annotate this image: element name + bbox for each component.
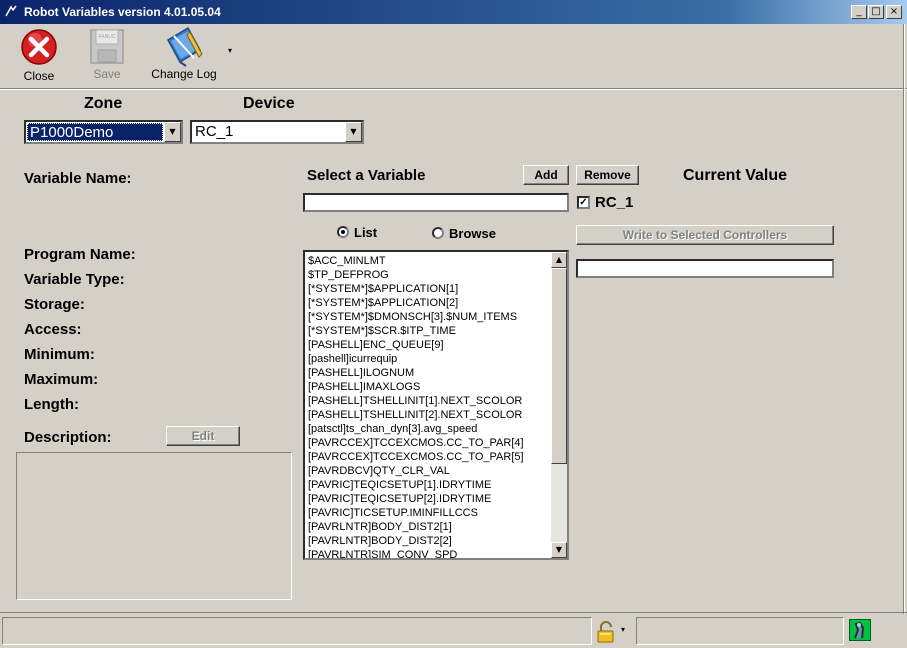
toolbar-separator	[0, 88, 907, 90]
browse-radio-label: Browse	[449, 226, 496, 241]
status-pane-middle	[636, 617, 844, 645]
variable-list-item[interactable]: [PAVRIC]TICSETUP.IMINFILLCCS	[308, 506, 567, 520]
variable-list-item[interactable]: [*SYSTEM*]$SCR.$ITP_TIME	[308, 324, 567, 338]
scroll-down-icon[interactable]: ▼	[551, 542, 567, 558]
variable-list-scrollbar[interactable]: ▲ ▼	[551, 252, 567, 558]
variable-list-item[interactable]: [PASHELL]IMAXLOGS	[308, 380, 567, 394]
change-log-dropdown-icon[interactable]: ▾	[228, 46, 232, 55]
variable-list-item[interactable]: $ACC_MINLMT	[308, 254, 567, 268]
variable-list-item[interactable]: [PAVRCCEX]TCCEXCMOS.CC_TO_PAR[4]	[308, 436, 567, 450]
variable-list-item[interactable]: [*SYSTEM*]$APPLICATION[1]	[308, 282, 567, 296]
variable-list-item[interactable]: $TP_DEFPROG	[308, 268, 567, 282]
device-label: Device	[243, 95, 295, 112]
current-value-input[interactable]	[576, 259, 834, 278]
close-window-button[interactable]: ×	[886, 5, 902, 19]
zone-label: Zone	[84, 95, 123, 112]
variable-list-item[interactable]: [PAVRIC]TEQICSETUP[1].IDRYTIME	[308, 478, 567, 492]
save-button[interactable]: FANUC Save	[86, 28, 128, 81]
variable-type-label: Variable Type:	[24, 271, 125, 288]
variable-list-item[interactable]: [PAVRIC]TEQICSETUP[2].IDRYTIME	[308, 492, 567, 506]
variable-list-item[interactable]: [PASHELL]ENC_QUEUE[9]	[308, 338, 567, 352]
robot-icon[interactable]	[849, 619, 871, 641]
write-to-controllers-button[interactable]: Write to Selected Controllers	[576, 225, 834, 245]
storage-label: Storage:	[24, 296, 85, 313]
chevron-down-icon[interactable]: ▼	[345, 122, 362, 142]
minimum-label: Minimum:	[24, 346, 95, 363]
chevron-down-icon[interactable]: ▼	[164, 122, 181, 142]
add-button[interactable]: Add	[523, 165, 569, 185]
variable-list-items: $ACC_MINLMT $TP_DEFPROG [*SYSTEM*]$APPLICA…	[305, 252, 567, 558]
variable-list-item[interactable]: [PAVRCCEX]TCCEXCMOS.CC_TO_PAR[5]	[308, 450, 567, 464]
variable-list-item[interactable]: [PAVRLNTR]BODY_DIST2[1]	[308, 520, 567, 534]
window-title: Robot Variables version 4.01.05.04	[24, 5, 221, 19]
panel-edge	[903, 24, 905, 614]
variable-list-item[interactable]: [pashell]icurrequip	[308, 352, 567, 366]
scroll-thumb[interactable]	[551, 268, 567, 464]
close-button[interactable]: Close	[16, 28, 62, 83]
access-label: Access:	[24, 321, 82, 338]
change-log-label: Change Log	[151, 67, 217, 81]
device-value: RC_1	[195, 123, 234, 140]
edit-button[interactable]: Edit	[166, 426, 240, 446]
book-pencil-icon	[166, 26, 203, 67]
variable-list-item[interactable]: [PASHELL]ILOGNUM	[308, 366, 567, 380]
padlock-icon[interactable]	[596, 621, 616, 646]
variable-list-item[interactable]: [PASHELL]TSHELLINIT[2].NEXT_SCOLOR	[308, 408, 567, 422]
description-label: Description:	[24, 429, 112, 446]
variable-list-item[interactable]: [PAVRDBCV]QTY_CLR_VAL	[308, 464, 567, 478]
floppy-disk-icon: FANUC	[90, 29, 124, 64]
select-variable-label: Select a Variable	[307, 167, 426, 184]
maximum-label: Maximum:	[24, 371, 99, 388]
save-label: Save	[93, 67, 121, 81]
variable-list-item[interactable]: [*SYSTEM*]$APPLICATION[2]	[308, 296, 567, 310]
title-bar[interactable]: Robot Variables version 4.01.05.04 _ □ ×	[0, 0, 907, 24]
close-label: Close	[23, 69, 55, 83]
variable-list-item[interactable]: [PAVRLNTR]SIM_CONV_SPD	[308, 548, 567, 558]
browse-radio[interactable]	[432, 227, 444, 239]
status-bar: ▾	[0, 612, 907, 648]
remove-button[interactable]: Remove	[576, 165, 639, 185]
variable-list-item[interactable]: [PAVRLNTR]BODY_DIST2[2]	[308, 534, 567, 548]
variable-list-item[interactable]: [patsctl]ts_chan_dyn[3].avg_speed	[308, 422, 567, 436]
status-dropdown-icon[interactable]: ▾	[621, 625, 625, 634]
list-radio[interactable]	[337, 226, 349, 238]
maximize-button[interactable]: □	[868, 5, 884, 19]
change-log-button[interactable]: Change Log	[146, 24, 222, 81]
rc1-checkbox-label: RC_1	[595, 194, 634, 211]
zone-select[interactable]: P1000Demo ▼	[24, 120, 183, 144]
scroll-up-icon[interactable]: ▲	[551, 252, 567, 268]
length-label: Length:	[24, 396, 79, 413]
rc1-checkbox[interactable]: ✓	[577, 196, 590, 209]
save-icon-text: FANUC	[99, 34, 116, 40]
variable-list-item[interactable]: [*SYSTEM*]$DMONSCH[3].$NUM_ITEMS	[308, 310, 567, 324]
description-box	[16, 452, 292, 600]
variable-name-label: Variable Name:	[24, 170, 132, 187]
list-radio-label: List	[354, 225, 378, 240]
close-x-icon	[21, 29, 57, 65]
variable-list[interactable]: $ACC_MINLMT $TP_DEFPROG [*SYSTEM*]$APPLICA…	[303, 250, 569, 560]
program-name-label: Program Name:	[24, 246, 136, 263]
variable-list-item[interactable]: [PASHELL]TSHELLINIT[1].NEXT_SCOLOR	[308, 394, 567, 408]
minimize-button[interactable]: _	[851, 5, 867, 19]
variable-search-input[interactable]	[303, 193, 569, 212]
app-icon	[5, 5, 17, 17]
zone-value: P1000Demo	[27, 123, 163, 141]
device-select[interactable]: RC_1 ▼	[190, 120, 364, 144]
status-pane-main	[2, 617, 592, 645]
current-value-label: Current Value	[683, 167, 788, 184]
